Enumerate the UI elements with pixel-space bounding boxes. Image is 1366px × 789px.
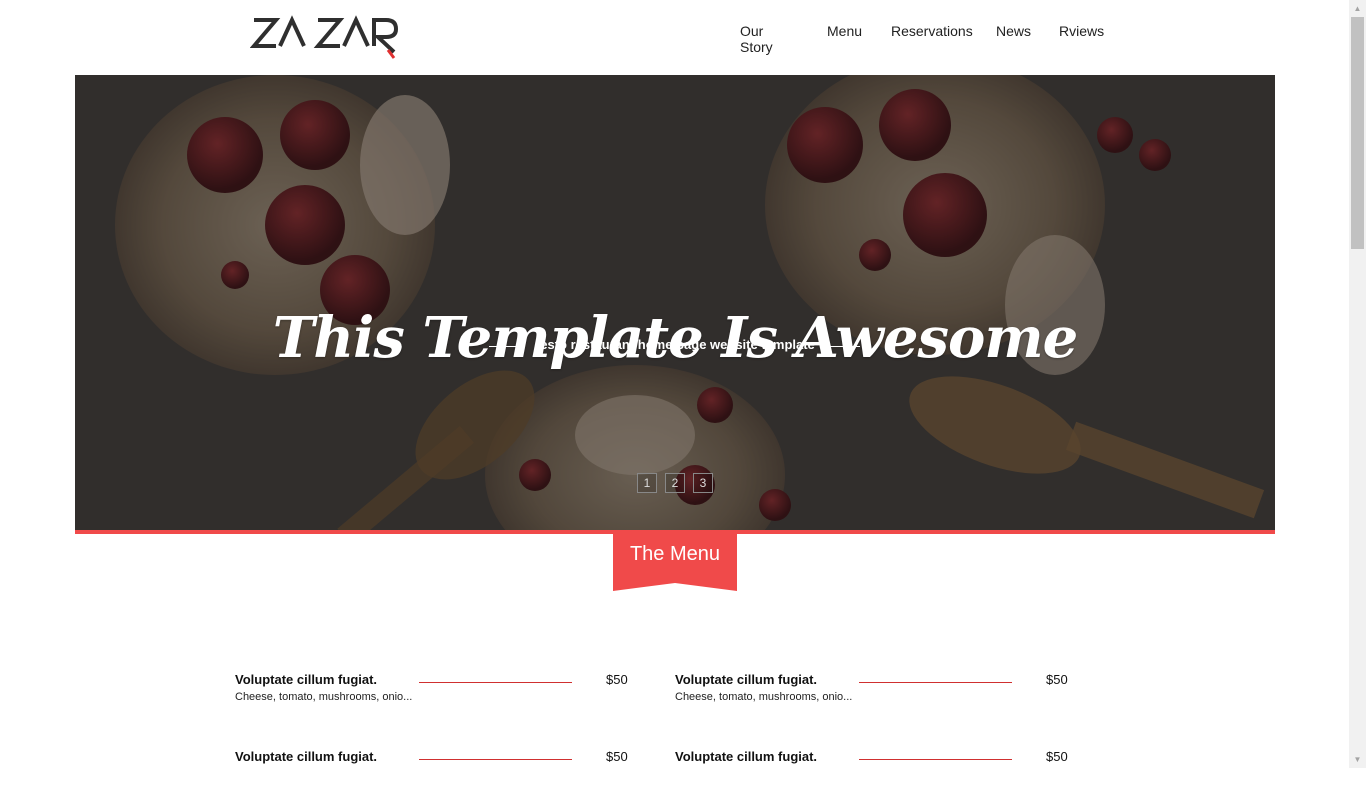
- nav-reservations[interactable]: Reservations: [891, 23, 973, 39]
- hero-subtitle: resto restaurant home page website templ…: [535, 337, 815, 352]
- menu-item: Voluptate cillum fugiat. $50 Cheese, tom…: [675, 672, 1068, 712]
- section-ribbon: The Menu: [613, 533, 737, 591]
- hero-background-image: [75, 75, 1275, 531]
- nav-reviews[interactable]: Rviews: [1059, 23, 1104, 39]
- slider-pager: 1 2 3: [637, 473, 721, 493]
- hero-slider: This Template Is Awesome resto restauran…: [75, 75, 1275, 531]
- page-scrollbar[interactable]: ▲ ▼: [1349, 0, 1366, 768]
- menu-item: Voluptate cillum fugiat. $50: [675, 749, 1068, 789]
- pager-button-3[interactable]: 3: [693, 473, 713, 493]
- section-title: The Menu: [629, 543, 721, 565]
- scroll-up-arrow-icon[interactable]: ▲: [1349, 0, 1366, 17]
- menu-item-price: $50: [606, 672, 628, 687]
- menu-item-price: $50: [1046, 672, 1068, 687]
- menu-item-name: Voluptate cillum fugiat.: [235, 672, 378, 687]
- menu-item-price: $50: [606, 749, 628, 764]
- menu-item-leader: [859, 682, 1012, 683]
- menu-item-desc: Cheese, tomato, mushrooms, onio...: [675, 691, 853, 703]
- scrollbar-thumb[interactable]: [1351, 17, 1364, 249]
- menu-item-name: Voluptate cillum fugiat.: [675, 672, 818, 687]
- hero-subtitle-row: resto restaurant home page website templ…: [75, 337, 1275, 357]
- menu-item: Voluptate cillum fugiat. $50 Cheese, tom…: [235, 672, 628, 712]
- brand-logo[interactable]: [250, 12, 400, 60]
- hero-divider-right: [828, 346, 860, 347]
- nav-news[interactable]: News: [996, 23, 1031, 39]
- menu-item-name: Voluptate cillum fugiat.: [235, 749, 378, 764]
- site-header: Our Story Menu Reservations News Rviews: [0, 0, 1349, 75]
- nav-our-story[interactable]: Our Story: [740, 23, 773, 55]
- menu-item-leader: [419, 682, 572, 683]
- pager-button-2[interactable]: 2: [665, 473, 685, 493]
- menu-item-leader: [859, 759, 1012, 760]
- menu-item-name: Voluptate cillum fugiat.: [675, 749, 818, 764]
- menu-item-desc: Cheese, tomato, mushrooms, onio...: [235, 691, 413, 703]
- pager-button-1[interactable]: 1: [637, 473, 657, 493]
- menu-item-leader: [419, 759, 572, 760]
- menu-item-price: $50: [1046, 749, 1068, 764]
- menu-item: Voluptate cillum fugiat. $50: [235, 749, 628, 789]
- scroll-down-arrow-icon[interactable]: ▼: [1349, 751, 1366, 768]
- nav-menu[interactable]: Menu: [827, 23, 862, 39]
